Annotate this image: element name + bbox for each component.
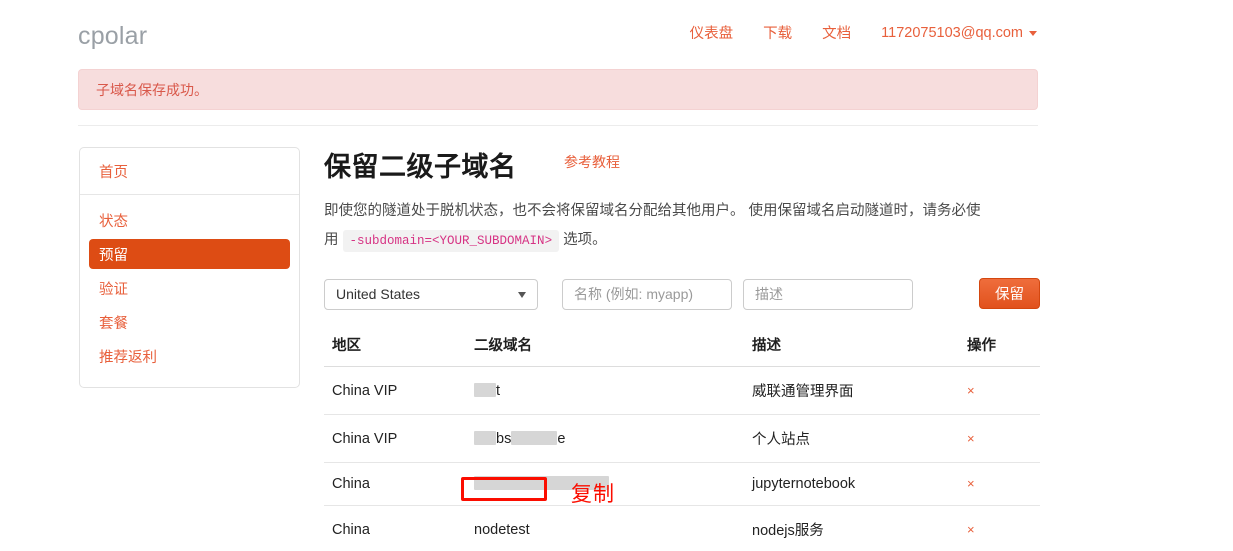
reserved-subdomains-table: 地区 二级域名 描述 操作 China VIP t 威联通管理界面 × Chin…: [324, 330, 1040, 551]
cell-description: jupyternotebook: [744, 462, 959, 506]
sidebar-item-plan[interactable]: 套餐: [89, 307, 290, 337]
user-email-label: 1172075103@qq.com: [881, 24, 1023, 41]
sidebar-item-label: 状态: [99, 213, 128, 230]
page-root: cpolar 仪表盘 下载 文档 1172075103@qq.com 子域名保存…: [0, 0, 1233, 551]
chevron-down-icon: [1029, 31, 1037, 36]
subdomain-tail-text: e: [557, 430, 566, 447]
column-header-action: 操作: [959, 330, 1040, 367]
table-row: China nodetest nodejs服务 ×: [324, 505, 1040, 551]
subdomain-visible-text: bs: [496, 430, 512, 447]
description-text-part2: 选项。: [563, 232, 607, 248]
table-body: China VIP t 威联通管理界面 × China VIP bs e 个人站点: [324, 366, 1040, 551]
cell-region: China VIP: [324, 414, 466, 463]
cell-region: China VIP: [324, 366, 466, 415]
cell-description: nodejs服务: [744, 505, 959, 551]
cell-action: ×: [959, 366, 1040, 415]
nav-download[interactable]: 下载: [763, 22, 792, 43]
cell-action: ×: [959, 462, 1040, 506]
column-header-region: 地区: [324, 330, 466, 367]
delete-icon[interactable]: ×: [967, 476, 975, 491]
subdomain-desc-input[interactable]: [743, 278, 913, 310]
user-menu[interactable]: 1172075103@qq.com: [881, 25, 1037, 41]
cell-action: ×: [959, 414, 1040, 463]
page-title: 保留二级子域名: [324, 152, 517, 182]
sidebar-list: 状态 预留 验证 套餐 推荐返利: [80, 195, 299, 387]
nav-links: 仪表盘 下载 文档 1172075103@qq.com: [690, 22, 1037, 43]
subdomain-name-input[interactable]: [562, 278, 732, 310]
sidebar-item-label: 预留: [99, 247, 128, 264]
cell-action: ×: [959, 505, 1040, 551]
table-row: China VIP t 威联通管理界面 ×: [324, 366, 1040, 415]
table-head: 地区 二级域名 描述 操作: [324, 330, 1040, 367]
sidebar: 首页 状态 预留 验证 套餐 推荐返利: [79, 147, 300, 388]
cell-description: 个人站点: [744, 414, 959, 463]
tutorial-link[interactable]: 参考教程: [564, 152, 620, 172]
cell-region: China: [324, 462, 466, 506]
sidebar-home-label: 首页: [99, 164, 128, 181]
region-select[interactable]: United States: [324, 278, 538, 310]
title-row: 保留二级子域名 参考教程: [324, 145, 1040, 187]
sidebar-item-home[interactable]: 首页: [80, 148, 299, 195]
top-navbar: cpolar 仪表盘 下载 文档 1172075103@qq.com: [0, 0, 1233, 64]
redaction-block: [474, 382, 496, 397]
sidebar-item-label: 验证: [99, 281, 128, 298]
sidebar-item-referral[interactable]: 推荐返利: [89, 341, 290, 371]
sidebar-item-label: 套餐: [99, 315, 128, 332]
sidebar-item-status[interactable]: 状态: [89, 205, 290, 235]
cell-subdomain: nodetest: [466, 505, 744, 551]
redaction-block: [511, 430, 558, 445]
table-row: China VIP bs e 个人站点 ×: [324, 414, 1040, 463]
cell-subdomain: t: [466, 366, 744, 415]
sidebar-item-reserved[interactable]: 预留: [89, 239, 290, 269]
column-header-subdomain: 二级域名: [466, 330, 744, 367]
delete-icon[interactable]: ×: [967, 383, 975, 398]
nav-docs[interactable]: 文档: [822, 22, 851, 43]
main-content: 保留二级子域名 参考教程 即使您的隧道处于脱机状态，也不会将保留域名分配给其他用…: [324, 145, 1040, 551]
region-select-wrapper: United States: [324, 278, 538, 310]
cell-description: 威联通管理界面: [744, 366, 959, 415]
nav-dashboard[interactable]: 仪表盘: [690, 22, 734, 43]
column-header-description: 描述: [744, 330, 959, 367]
subdomain-visible-text: t: [496, 382, 501, 399]
reserve-button[interactable]: 保留: [979, 278, 1040, 309]
cell-subdomain: bs e: [466, 414, 744, 463]
table-row: China jupyternotebook ×: [324, 462, 1040, 506]
brand-logo[interactable]: cpolar: [78, 22, 147, 51]
page-description: 即使您的隧道处于脱机状态，也不会将保留域名分配给其他用户。 使用保留域名启动隧道…: [324, 197, 984, 256]
annotation-copy-label: 复制: [571, 483, 615, 506]
sidebar-item-label: 推荐返利: [99, 349, 157, 366]
cell-region: China: [324, 505, 466, 551]
delete-icon[interactable]: ×: [967, 431, 975, 446]
subdomain-code-snippet: -subdomain=<YOUR_SUBDOMAIN>: [342, 230, 560, 252]
header-divider: [78, 125, 1038, 126]
reserve-form: United States 保留: [324, 278, 1040, 310]
redaction-block: [474, 430, 496, 445]
sidebar-item-verify[interactable]: 验证: [89, 273, 290, 303]
table-header-row: 地区 二级域名 描述 操作: [324, 330, 1040, 367]
success-alert: 子域名保存成功。: [78, 69, 1038, 110]
delete-icon[interactable]: ×: [967, 522, 975, 537]
alert-message: 子域名保存成功。: [96, 81, 208, 98]
